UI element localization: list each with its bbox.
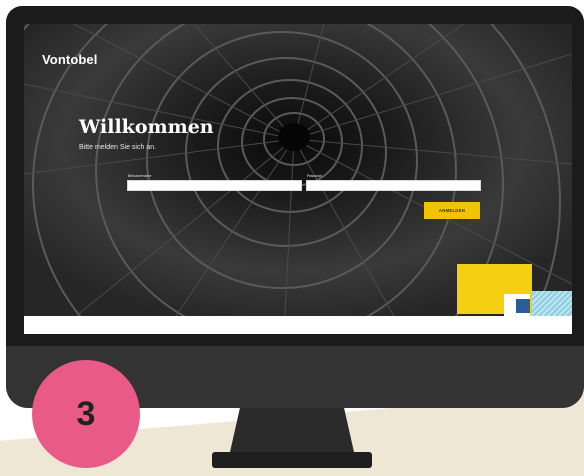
step-number-badge: 3: [32, 360, 140, 468]
monitor: Vontobel Willkommen Bitte melden Sie sic…: [6, 6, 584, 408]
login-button[interactable]: ANMELDEN: [424, 202, 480, 219]
username-label: Benutzername: [128, 174, 152, 178]
footer-band: [24, 316, 572, 334]
decorative-blue-square: [516, 299, 530, 313]
password-field[interactable]: [306, 180, 481, 191]
page-subtitle: Bitte melden Sie sich an.: [79, 144, 157, 151]
password-label: Passwort: [307, 174, 322, 178]
screen: Vontobel Willkommen Bitte melden Sie sic…: [24, 24, 572, 334]
page-title: Willkommen: [79, 116, 214, 138]
monitor-stand-base: [212, 452, 372, 468]
vontobel-logo: Vontobel: [42, 52, 98, 67]
monitor-stand-neck: [230, 408, 354, 452]
username-field[interactable]: [127, 180, 302, 191]
